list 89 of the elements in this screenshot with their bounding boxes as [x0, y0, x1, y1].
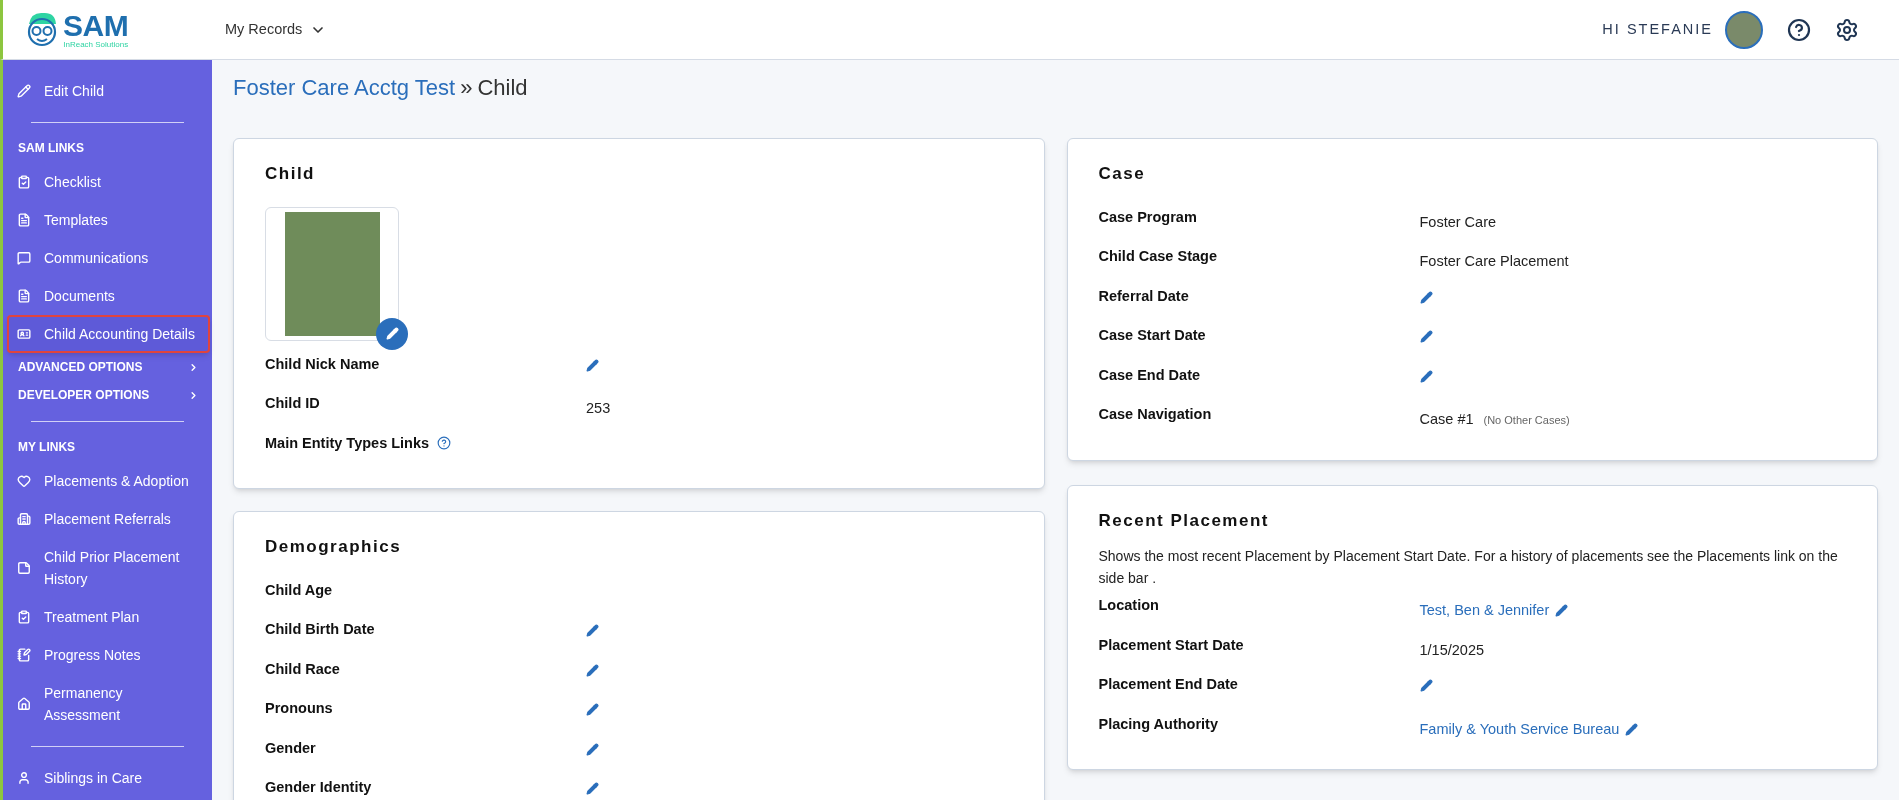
logo-tagline: InReach Solutions: [63, 40, 129, 49]
pencil-icon[interactable]: [1555, 604, 1569, 618]
greeting: HI STEFANIE: [1602, 19, 1713, 39]
field-link[interactable]: Family & Youth Service Bureau: [1419, 718, 1620, 741]
field-value: Foster Care: [1419, 212, 1497, 232]
field-label: Case Navigation: [1098, 405, 1212, 424]
house-icon: [17, 697, 31, 711]
field-label: Location: [1098, 596, 1159, 615]
settings-icon[interactable]: [1835, 17, 1859, 42]
field-label: Child ID: [265, 394, 320, 413]
field-label: Placement End Date: [1098, 675, 1238, 694]
sidebar-item[interactable]: Edit Child: [7, 72, 210, 110]
sidebar-item[interactable]: Placements & Adoption: [7, 462, 210, 500]
my-records-menu[interactable]: My Records: [225, 18, 327, 41]
sidebar-expander[interactable]: ADVANCED OPTIONS: [3, 353, 199, 381]
field-link[interactable]: Test, Ben & Jennifer: [1419, 600, 1550, 622]
note-icon: [17, 561, 31, 575]
section-heading: SAM LINKS: [17, 140, 85, 157]
pencil-icon[interactable]: [586, 703, 599, 716]
field-note: (No Other Cases): [1483, 412, 1570, 428]
logo[interactable]: SAM InReach Solutions: [3, 9, 225, 50]
chevron-right-icon: [188, 361, 199, 373]
field-label: Case Program: [1098, 207, 1197, 227]
field-label: Placing Authority: [1098, 714, 1218, 734]
chevron-right-icon: [188, 389, 199, 401]
field-label: Child Birth Date: [265, 620, 375, 639]
sidebar-expander[interactable]: DEVELOPER OPTIONS: [3, 381, 199, 409]
pencil-icon[interactable]: [586, 742, 599, 756]
pencil-icon[interactable]: [1419, 330, 1433, 343]
card-title: Child: [265, 163, 316, 185]
sidebar-item[interactable]: Progress Notes: [7, 636, 210, 674]
clipboard-check-icon: [17, 610, 31, 624]
field-label: Child Nick Name: [265, 354, 380, 374]
field-value: Foster Care Placement: [1419, 252, 1569, 271]
document-icon: [17, 289, 31, 303]
field-value: 1/15/2025: [1419, 640, 1484, 660]
field-value: Case #1: [1419, 410, 1474, 429]
heart-icon: [17, 474, 31, 488]
card-title: Demographics: [265, 536, 403, 558]
building-icon: [17, 512, 31, 526]
sidebar-item[interactable]: Child Accounting Details: [7, 315, 210, 353]
section-heading: MY LINKS: [17, 439, 77, 456]
breadcrumb-link[interactable]: Foster Care Acctg Test: [233, 71, 456, 104]
field-label: Gender: [265, 738, 316, 758]
edit-photo-button[interactable]: [376, 317, 408, 350]
notebook-icon: [17, 648, 31, 662]
breadcrumb-current: Child: [477, 74, 528, 102]
field-label: Child Case Stage: [1098, 247, 1217, 266]
pencil-icon[interactable]: [586, 663, 599, 677]
sidebar-item[interactable]: Placement Referrals: [7, 500, 210, 538]
field-label: Child Age: [265, 580, 333, 600]
sidebar-item[interactable]: Permanency Assessment: [7, 674, 210, 734]
sidebar-item[interactable]: Siblings in Care: [7, 759, 210, 797]
sidebar-item[interactable]: Documents: [7, 277, 210, 315]
field-label: Referral Date: [1098, 286, 1189, 306]
pencil-icon[interactable]: [586, 782, 599, 795]
pencil-icon[interactable]: [1625, 722, 1639, 736]
field-label: Case Start Date: [1098, 326, 1206, 345]
pencil-icon[interactable]: [1419, 679, 1433, 692]
field-label: Main Entity Types Links: [265, 433, 430, 453]
field-label: Gender Identity: [265, 778, 372, 797]
field-label: Case End Date: [1098, 365, 1201, 385]
logo-wordmark: SAM: [63, 10, 129, 41]
document-icon: [17, 213, 31, 227]
field-label: Placement Start Date: [1098, 635, 1244, 655]
pencil-icon: [385, 327, 399, 340]
sidebar-item[interactable]: Communications: [7, 239, 210, 277]
person-icon: [17, 771, 31, 785]
sidebar-item[interactable]: Treatment Plan: [7, 598, 210, 636]
card-title: Case: [1098, 163, 1147, 185]
pencil-icon[interactable]: [1419, 369, 1433, 383]
field-label: Child Race: [265, 659, 340, 679]
clipboard-check-icon: [17, 175, 31, 189]
card-description: Shows the most recent Placement by Placement Start Date. For a history of placements see the Placements link on the side bar .: [1098, 547, 1839, 588]
breadcrumb-separator: »: [460, 74, 473, 102]
pencil-icon[interactable]: [586, 624, 599, 637]
pencil-icon: [17, 84, 31, 98]
sidebar-item[interactable]: Checklist: [7, 163, 210, 201]
card-title: Recent Placement: [1098, 509, 1270, 532]
avatar[interactable]: [1725, 10, 1763, 49]
help-icon[interactable]: [1787, 17, 1811, 42]
pencil-icon[interactable]: [1419, 290, 1433, 304]
chat-icon: [17, 251, 31, 265]
pencil-icon[interactable]: [586, 358, 599, 372]
sidebar-item[interactable]: Templates: [7, 201, 210, 239]
field-label: Pronouns: [265, 699, 333, 718]
id-card-icon: [17, 327, 31, 341]
sidebar-item[interactable]: Child Prior Placement History: [7, 538, 210, 598]
field-value: 253: [586, 399, 611, 418]
